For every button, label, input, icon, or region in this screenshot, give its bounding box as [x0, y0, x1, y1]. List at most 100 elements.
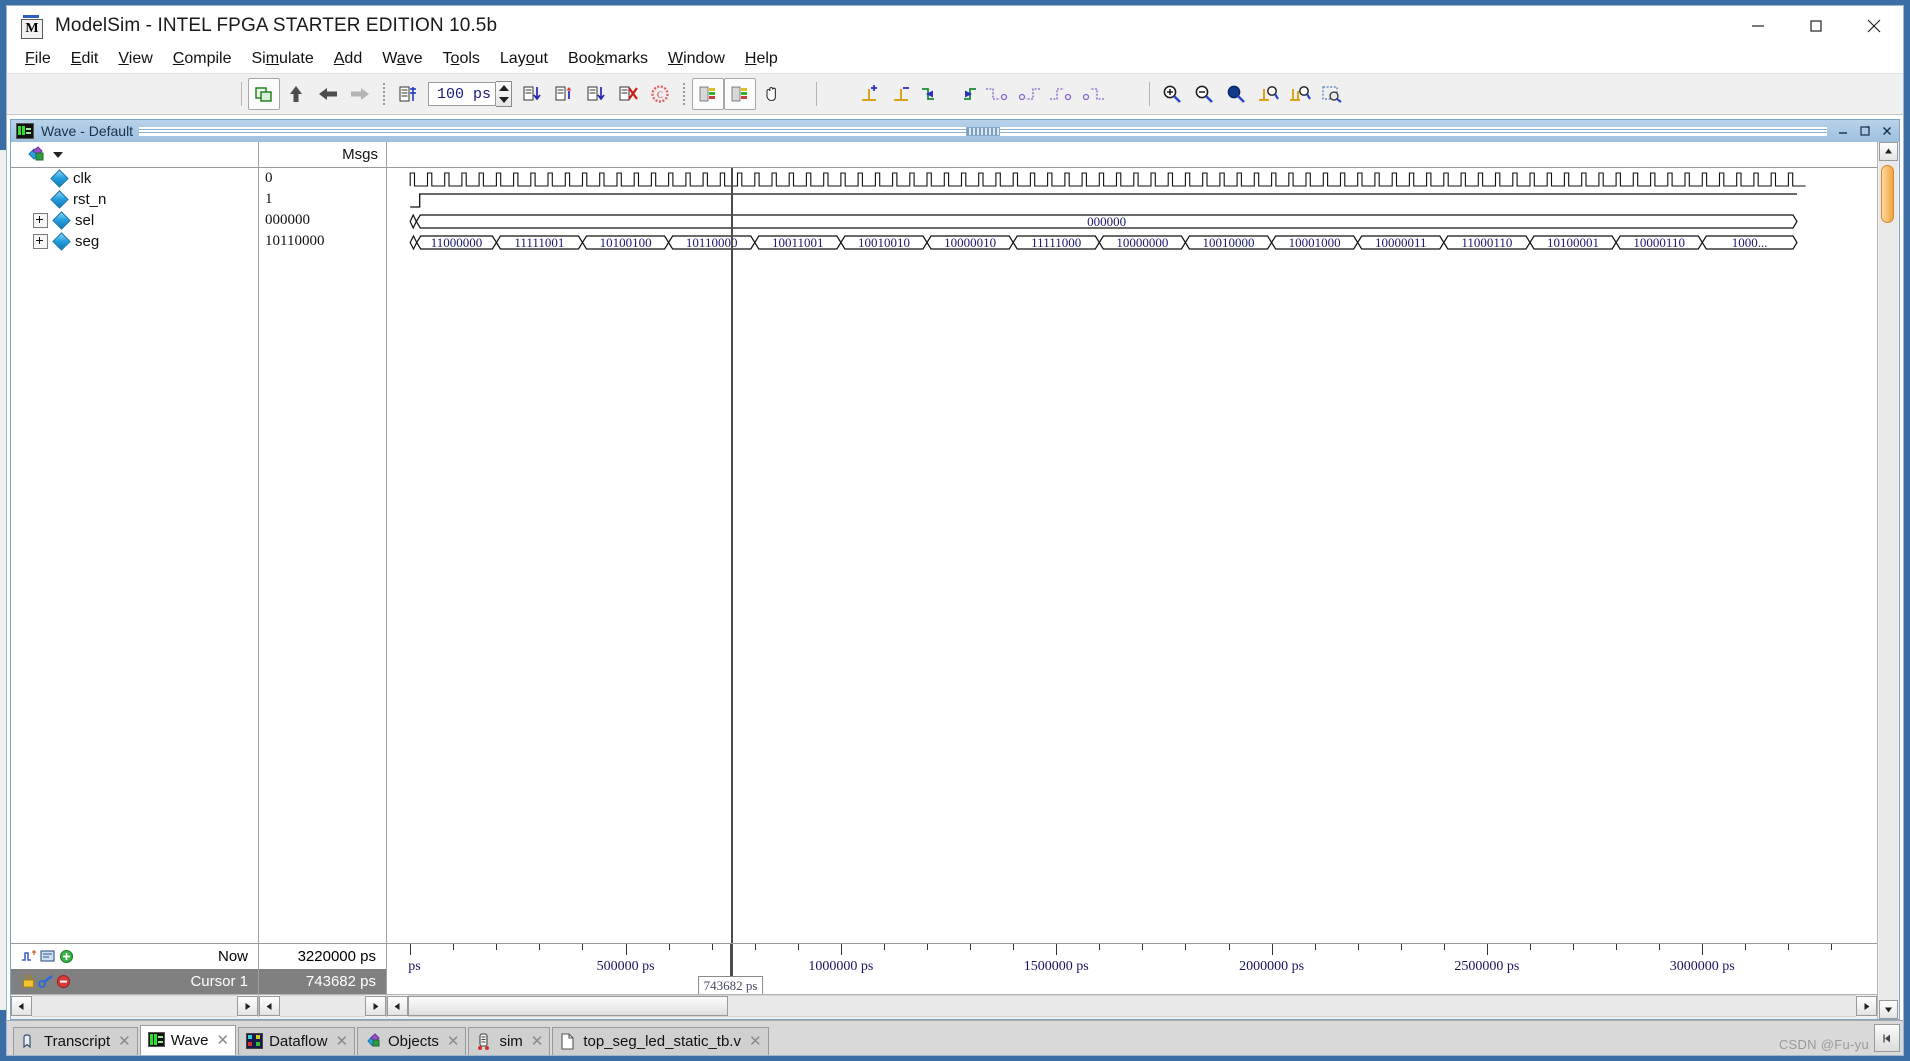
waveform-scroll-right-button[interactable]	[1856, 996, 1877, 1016]
waveform-pane[interactable]: 000000 11000000 11111001 10100100 10110000 10…	[387, 142, 1877, 943]
zoom-full-icon[interactable]	[1220, 78, 1252, 110]
values-hscrollbar[interactable]	[259, 995, 387, 1017]
insert-cursor-icon[interactable]	[853, 78, 885, 110]
wave-minimize-button[interactable]	[1833, 122, 1853, 140]
minimize-button[interactable]	[1729, 6, 1787, 46]
delete-cursor-icon[interactable]	[885, 78, 917, 110]
run-all-icon[interactable]	[580, 78, 612, 110]
signal-row-sel[interactable]: sel	[11, 210, 258, 231]
run-length-icon[interactable]	[392, 78, 424, 110]
zoom-mouse-icon[interactable]	[1316, 78, 1348, 110]
menu-wave[interactable]: Wave	[372, 48, 432, 70]
menu-edit[interactable]: Edit	[61, 48, 109, 70]
lock-cursor-icon[interactable]	[21, 974, 36, 989]
tab-top-seg-led-static-tb-v[interactable]: top_seg_led_static_tb.v ✕	[552, 1027, 769, 1055]
find-next-transition-icon[interactable]	[949, 78, 981, 110]
values-scroll-left-button[interactable]	[259, 996, 280, 1016]
tab-scroll-left-button[interactable]	[1874, 1024, 1900, 1052]
cursor-row[interactable]: Cursor 1	[11, 969, 258, 994]
cursor-value-row[interactable]: 743682 ps	[259, 969, 386, 994]
signal-row-clk[interactable]: clk	[11, 168, 258, 189]
run-length-input[interactable]: 100 ps	[428, 82, 496, 106]
step-forward-icon[interactable]	[344, 78, 376, 110]
expand-toggle-sel[interactable]	[33, 213, 48, 228]
names-hscrollbar[interactable]	[11, 995, 259, 1017]
find-previous-rising-icon[interactable]	[1045, 78, 1077, 110]
menu-file[interactable]: File	[15, 48, 61, 70]
vscroll-thumb[interactable]	[1881, 165, 1894, 223]
menu-bookmarks[interactable]: Bookmarks	[558, 48, 658, 70]
waveform-vscrollbar[interactable]	[1877, 142, 1899, 1019]
zoom-range-icon[interactable]	[1284, 78, 1316, 110]
cursor-time-flag[interactable]: 743682 ps	[697, 976, 764, 994]
delete-cursor-icon[interactable]	[56, 974, 71, 989]
names-scroll-track[interactable]	[32, 995, 237, 1017]
waveform-scroll-thumb[interactable]	[408, 996, 728, 1016]
chevron-down-icon[interactable]	[53, 151, 63, 158]
menu-view[interactable]: View	[108, 48, 162, 70]
menu-simulate[interactable]: Simulate	[241, 48, 323, 70]
waveform-scroll-track[interactable]	[408, 995, 1856, 1017]
maximize-button[interactable]	[1787, 6, 1845, 46]
tab-objects[interactable]: Objects ✕	[357, 1027, 467, 1055]
tab-close-icon[interactable]: ✕	[531, 1034, 544, 1049]
names-scroll-right-button[interactable]	[237, 996, 258, 1016]
tab-wave[interactable]: Wave ✕	[139, 1025, 237, 1055]
timeline-icon[interactable]	[21, 949, 38, 964]
step-up-icon[interactable]	[280, 78, 312, 110]
expand-toggle-seg[interactable]	[33, 234, 48, 249]
run-icon[interactable]	[516, 78, 548, 110]
configure-cursor-icon[interactable]	[38, 974, 54, 989]
break-icon[interactable]	[612, 78, 644, 110]
waveform-hscrollbar[interactable]	[387, 995, 1877, 1017]
vscroll-track[interactable]	[1879, 161, 1898, 1000]
vscroll-up-button[interactable]	[1879, 142, 1898, 161]
now-marker-icon[interactable]	[40, 949, 57, 964]
menu-layout[interactable]: Layout	[490, 48, 558, 70]
menu-compile[interactable]: Compile	[163, 48, 242, 70]
run-length-stepper[interactable]	[496, 81, 512, 107]
values-scroll-right-button[interactable]	[365, 996, 386, 1016]
menu-help[interactable]: Help	[735, 48, 788, 70]
find-next-falling-icon[interactable]	[1013, 78, 1045, 110]
close-button[interactable]	[1845, 6, 1903, 46]
cursor-1-line[interactable]	[730, 168, 733, 943]
wave-restore-button[interactable]	[1855, 122, 1875, 140]
menu-tools[interactable]: Tools	[433, 48, 490, 70]
vscroll-down-button[interactable]	[1879, 1000, 1898, 1019]
tab-close-icon[interactable]: ✕	[335, 1034, 348, 1049]
tab-close-icon[interactable]: ✕	[118, 1034, 131, 1049]
wave-titlebar-grip[interactable]	[966, 126, 1001, 136]
tab-close-icon[interactable]: ✕	[447, 1034, 460, 1049]
continue-run-icon[interactable]	[548, 78, 580, 110]
menu-add[interactable]: Add	[324, 48, 372, 70]
copy-signals-icon[interactable]	[248, 78, 280, 110]
zoom-in-icon[interactable]	[1156, 78, 1188, 110]
wave-window-titlebar[interactable]: Wave - Default	[11, 120, 1899, 142]
tab-transcript[interactable]: Transcript ✕	[13, 1027, 138, 1055]
wave-compare-icon[interactable]	[692, 78, 724, 110]
waveform-canvas-wrap[interactable]: 000000 11000000 11111001 10100100 10110000 10…	[387, 168, 1877, 943]
step-back-icon[interactable]	[312, 78, 344, 110]
grab-hand-icon[interactable]	[756, 78, 788, 110]
wave-close-button[interactable]	[1877, 122, 1897, 140]
stop-icon[interactable]: C	[644, 78, 676, 110]
zoom-out-icon[interactable]	[1188, 78, 1220, 110]
add-cursor-icon[interactable]	[59, 949, 74, 964]
time-axis[interactable]: ps 500000 ps 1000000 ps 1500000 ps 2000000 p…	[387, 944, 1877, 994]
find-next-rising-icon[interactable]	[1077, 78, 1109, 110]
signal-names-header[interactable]	[11, 142, 258, 168]
tab-dataflow[interactable]: Dataflow ✕	[238, 1027, 356, 1055]
find-previous-transition-icon[interactable]	[917, 78, 949, 110]
tab-close-icon[interactable]: ✕	[749, 1034, 762, 1049]
values-scroll-track[interactable]	[280, 995, 365, 1017]
tab-sim[interactable]: sim ✕	[468, 1027, 551, 1055]
names-scroll-left-button[interactable]	[11, 996, 32, 1016]
signal-row-rst_n[interactable]: rst_n	[11, 189, 258, 210]
waveform-canvas[interactable]: 00000011000000 11111001 10100100 10110000 10…	[387, 168, 1877, 943]
waveform-scroll-left-button[interactable]	[387, 996, 408, 1016]
zoom-cursor-icon[interactable]	[1252, 78, 1284, 110]
signal-row-seg[interactable]: seg	[11, 231, 258, 252]
find-previous-falling-icon[interactable]	[981, 78, 1013, 110]
wave-compare-alt-icon[interactable]	[724, 78, 756, 110]
